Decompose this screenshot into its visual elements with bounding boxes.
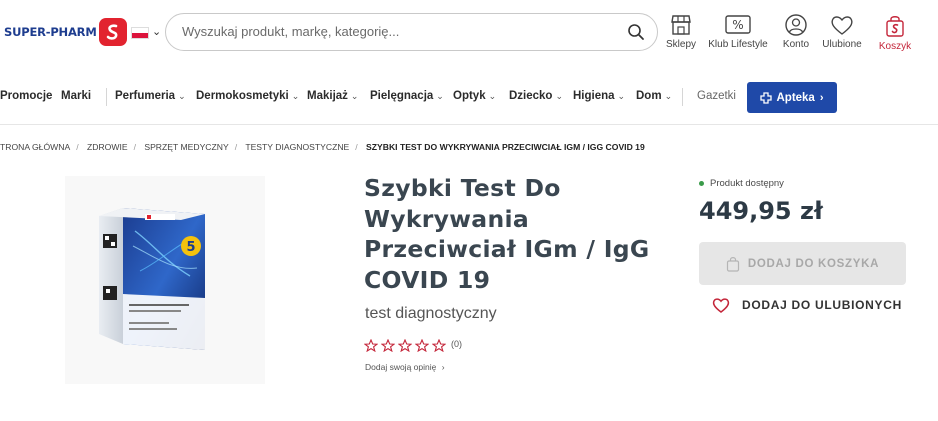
nav-divider: [106, 88, 107, 106]
heart-icon: [831, 16, 853, 35]
apteka-label: Apteka: [776, 91, 815, 104]
cart-link[interactable]: Koszyk: [864, 14, 926, 52]
nav-label: Perfumeria: [115, 90, 176, 102]
chevron-down-icon: ⌄: [178, 91, 186, 101]
chevron-down-icon: ⌄: [664, 91, 673, 101]
nav-label: Optyk: [453, 90, 486, 102]
store-icon: [671, 15, 691, 35]
add-to-favorites-label: DODAJ DO ULUBIONYCH: [742, 298, 902, 312]
nav-item-marki[interactable]: Marki: [61, 90, 91, 102]
breadcrumb-item-current: SZYBKI TEST DO WYKRYWANIA PRZECIWCIAŁ IG…: [366, 142, 645, 152]
cart-icon: [726, 256, 739, 272]
nav-label: Pielęgnacja: [370, 90, 434, 102]
chevron-down-icon: ⌄: [350, 91, 359, 101]
search-input[interactable]: [182, 24, 612, 39]
breadcrumb-separator: /: [133, 142, 136, 152]
nav-item-gazetki[interactable]: Gazetki: [697, 90, 736, 102]
site-header: SUPER-PHARM ⌄ Sklepy % Klub Lifestyle Ko…: [0, 0, 938, 68]
cart-icon: [886, 16, 904, 37]
nav-item-optyk[interactable]: Optyk ⌄: [453, 90, 496, 102]
nav-item-dom[interactable]: Dom ⌄: [636, 90, 672, 102]
rating-stars[interactable]: (0): [364, 339, 462, 352]
nav-label: Dermokosmetyki: [196, 90, 289, 102]
apteka-button[interactable]: Apteka ›: [747, 82, 837, 113]
availability-status: Produkt dostępny: [699, 178, 784, 189]
nav-item-dermokosmetyki[interactable]: Dermokosmetyki ⌄: [196, 90, 299, 102]
rating-count: (0): [451, 338, 462, 349]
product-price: 449,95 zł: [699, 197, 823, 225]
nav-label: Dom: [636, 90, 662, 102]
main-navigation: Promocje Marki Perfumeria ⌄ Dermokosmetyk…: [0, 80, 938, 114]
breadcrumb-item-sprzet-medyczny[interactable]: SPRZĘT MEDYCZNY: [144, 142, 228, 152]
nav-item-makijaz[interactable]: Makijaż ⌄: [307, 90, 358, 102]
svg-text:5: 5: [186, 240, 195, 255]
breadcrumb-item-zdrowie[interactable]: ZDROWIE: [87, 142, 128, 152]
product-box-illustration: 5: [99, 208, 205, 350]
chevron-down-icon: ⌄: [436, 91, 444, 101]
heart-icon: [712, 298, 730, 313]
stores-link[interactable]: Sklepy: [650, 14, 712, 50]
nav-label: Promocje: [0, 90, 53, 102]
star-empty-icon: [432, 339, 446, 352]
product-subtitle: test diagnostyczny: [365, 305, 497, 322]
plus-cross-icon: [760, 91, 773, 104]
breadcrumb-separator: /: [234, 142, 238, 152]
product-title-line: Wykrywania: [364, 204, 529, 233]
nav-item-higiena[interactable]: Higiena ⌄: [573, 90, 625, 102]
logo-mark-icon: [98, 18, 127, 46]
chevron-right-icon: ›: [441, 362, 445, 372]
nav-item-promocje[interactable]: Promocje: [0, 90, 52, 102]
header-divider: [0, 124, 938, 125]
product-title-line: COVID 19: [364, 265, 491, 294]
chevron-down-icon[interactable]: ⌄: [152, 25, 161, 38]
star-empty-icon: [364, 339, 378, 352]
search-bar: [165, 13, 658, 51]
add-review-label: Dodaj swoją opinię: [365, 362, 437, 372]
nav-item-perfumeria[interactable]: Perfumeria ⌄: [115, 90, 186, 102]
availability-label: Produkt dostępny: [710, 178, 784, 189]
add-to-favorites-button[interactable]: DODAJ DO ULUBIONYCH: [712, 297, 902, 313]
stores-label: Sklepy: [665, 39, 696, 50]
breadcrumb-separator: /: [76, 142, 79, 152]
breadcrumb-item-home[interactable]: TRONA GŁÓWNA: [0, 142, 70, 152]
account-label: Konto: [782, 39, 810, 50]
search-icon[interactable]: [627, 23, 645, 46]
nav-label: Marki: [61, 90, 92, 102]
product-image[interactable]: 5: [65, 176, 265, 384]
chevron-down-icon: ⌄: [555, 91, 564, 101]
chevron-down-icon: ⌄: [488, 91, 497, 101]
nav-label: Dziecko: [509, 90, 553, 102]
star-empty-icon: [381, 339, 395, 352]
nav-label: Makijaż: [307, 90, 348, 102]
add-to-cart-label: DODAJ DO KOSZYKA: [747, 257, 880, 270]
add-review-link[interactable]: Dodaj swoją opinię ›: [365, 362, 445, 372]
super-pharm-logo[interactable]: SUPER-PHARM: [4, 17, 127, 47]
nav-item-dziecko[interactable]: Dziecko ⌄: [509, 90, 563, 102]
chevron-right-icon: ›: [819, 91, 824, 104]
chevron-down-icon: ⌄: [617, 91, 626, 101]
percent-tag-icon: %: [725, 15, 751, 34]
availability-dot-icon: [699, 181, 704, 186]
product-title: Szybki Test Do Wykrywania Przeciwciał IG…: [364, 173, 684, 295]
breadcrumb-item-testy-diagnostyczne[interactable]: TESTY DIAGNOSTYCZNE: [245, 142, 349, 152]
breadcrumb-separator: /: [355, 142, 358, 152]
cart-label: Koszyk: [878, 41, 912, 52]
favorites-label: Ulubione: [822, 39, 862, 50]
poland-flag-icon[interactable]: [131, 27, 149, 39]
user-icon: [785, 14, 807, 36]
star-empty-icon: [398, 339, 412, 352]
nav-label: Higiena: [573, 90, 615, 102]
chevron-down-icon: ⌄: [291, 91, 300, 101]
star-empty-icon: [415, 339, 429, 352]
lifestyle-club-label: Klub Lifestyle: [708, 39, 768, 50]
product-title-line: Szybki Test Do: [364, 174, 561, 202]
nav-divider: [682, 88, 683, 106]
nav-item-pielegnacja[interactable]: Pielęgnacja ⌄: [370, 90, 444, 102]
add-to-cart-button[interactable]: DODAJ DO KOSZYKA: [699, 242, 906, 285]
breadcrumb: TRONA GŁÓWNA / ZDROWIE / SPRZĘT MEDYCZNY / …: [0, 142, 651, 154]
product-title-line: Przeciwciał IGm / IgG: [364, 235, 650, 263]
lifestyle-club-link[interactable]: % Klub Lifestyle: [707, 14, 769, 50]
svg-text:%: %: [732, 18, 743, 32]
logo-text: SUPER-PHARM: [4, 25, 97, 39]
